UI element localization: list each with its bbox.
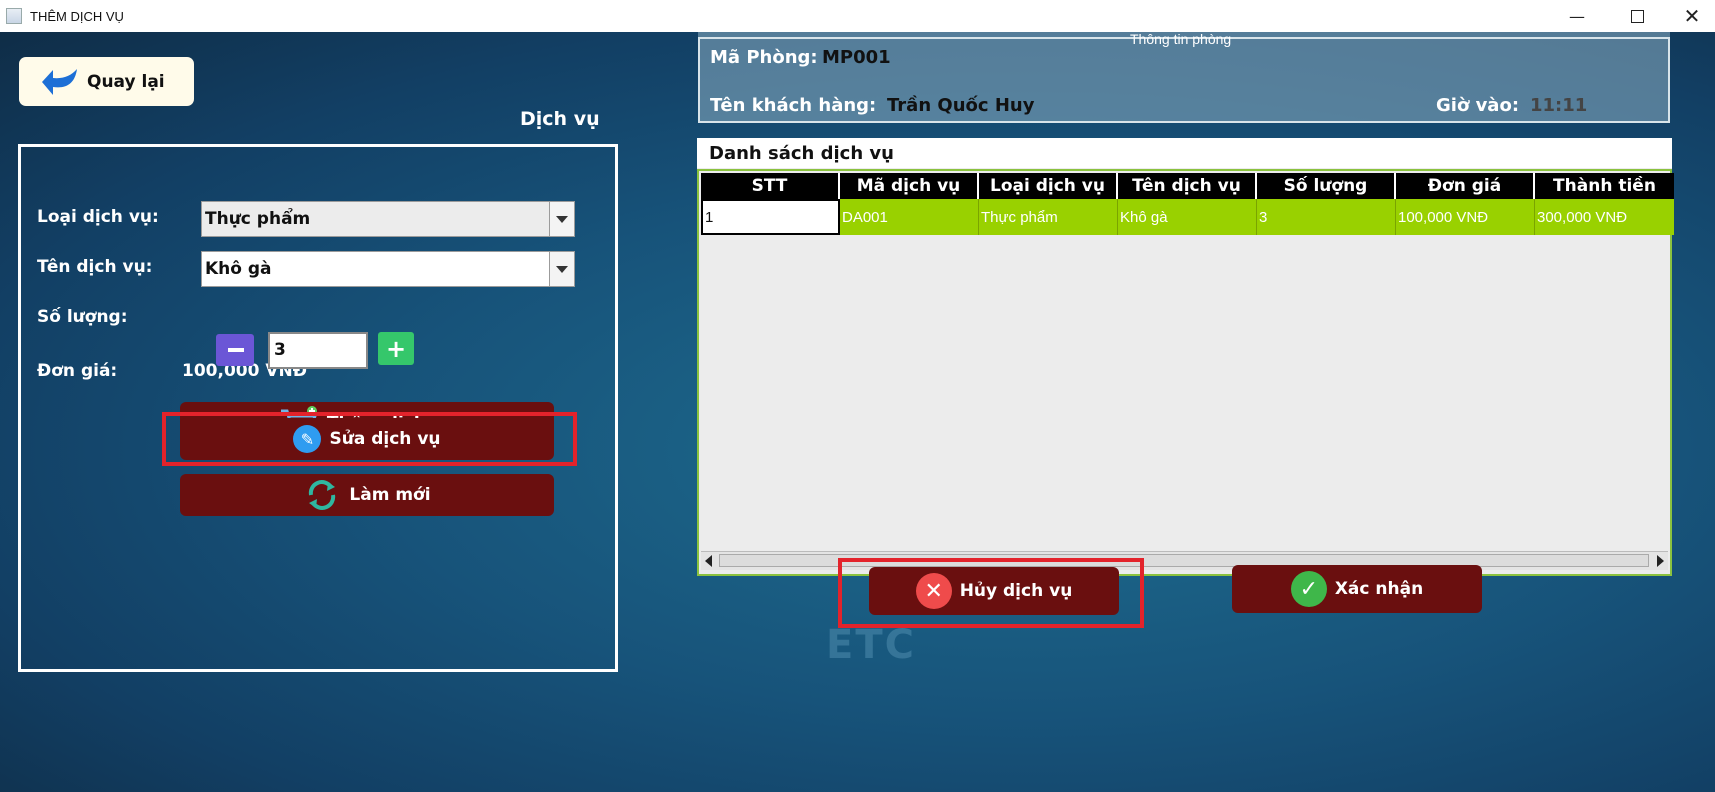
service-name-value: Khô gà — [205, 259, 272, 279]
customer-name-label: Tên khách hàng: — [710, 95, 877, 116]
service-type-label: Loại dịch vụ: — [37, 207, 159, 227]
table-cell[interactable]: DA001 — [840, 199, 979, 235]
column-header[interactable]: Tên dịch vụ — [1118, 173, 1257, 199]
table-cell[interactable]: 3 — [1257, 199, 1396, 235]
check-icon: ✓ — [1290, 571, 1327, 607]
increase-quantity-button[interactable]: + — [378, 332, 414, 365]
table-row[interactable]: 1 DA001 Thực phẩm Khô gà 3 100,000 VNĐ 3… — [701, 199, 1674, 235]
java-app-icon — [6, 8, 22, 24]
minus-icon — [228, 348, 244, 352]
service-type-value: Thực phẩm — [205, 209, 311, 229]
refresh-icon — [303, 478, 341, 512]
scroll-right-icon[interactable] — [1657, 555, 1664, 567]
edit-service-button[interactable]: ✎ Sửa dịch vụ — [180, 418, 554, 460]
chevron-down-icon[interactable] — [549, 202, 574, 236]
refresh-label: Làm mới — [349, 485, 431, 505]
back-button[interactable]: Quay lại — [19, 57, 194, 106]
quantity-input[interactable]: 3 — [268, 332, 368, 369]
room-id-value: MP001 — [822, 47, 891, 68]
close-icon[interactable]: ✕ — [1669, 0, 1715, 32]
checkin-value: 11:11 — [1530, 95, 1588, 116]
back-label: Quay lại — [87, 71, 165, 92]
table-cell[interactable]: Khô gà — [1118, 199, 1257, 235]
cancel-icon: ✕ — [915, 573, 952, 609]
service-table[interactable]: STT Mã dịch vụ Loại dịch vụ Tên dịch vụ … — [697, 169, 1674, 576]
section-title: Dịch vụ — [520, 108, 600, 130]
main-window: ETC Quay lại Dịch vụ Loại dịch vụ: Thực … — [0, 32, 1715, 792]
room-id-label: Mã Phòng: — [710, 47, 818, 68]
window-title: THÊM DỊCH VỤ — [30, 8, 124, 24]
service-list-panel: Danh sách dịch vụ STT Mã dịch vụ Loại dị… — [697, 138, 1674, 576]
room-info-legend: Thông tin phòng — [1130, 32, 1232, 47]
price-label: Đơn giá: — [37, 361, 118, 381]
edit-service-label: Sửa dịch vụ — [329, 429, 441, 449]
chevron-down-icon[interactable] — [549, 252, 574, 286]
minimize-icon[interactable]: — — [1554, 0, 1600, 32]
cancel-service-label: Hủy dịch vụ — [959, 581, 1073, 601]
quantity-label: Số lượng: — [37, 307, 128, 327]
column-header[interactable]: Mã dịch vụ — [840, 173, 979, 199]
back-arrow-icon — [42, 68, 77, 95]
confirm-button[interactable]: ✓ Xác nhận — [1232, 565, 1482, 613]
table-header: STT Mã dịch vụ Loại dịch vụ Tên dịch vụ … — [701, 173, 1674, 199]
service-list-title: Danh sách dịch vụ — [709, 143, 894, 164]
column-header[interactable]: Thành tiền — [1535, 173, 1674, 199]
checkin-label: Giờ vào: — [1436, 95, 1520, 116]
plus-icon: + — [385, 334, 407, 363]
maximize-icon[interactable] — [1614, 0, 1660, 32]
column-header[interactable]: Loại dịch vụ — [979, 173, 1118, 199]
service-name-select[interactable]: Khô gà — [201, 251, 575, 287]
table-cell[interactable]: 100,000 VNĐ — [1396, 199, 1535, 235]
refresh-button[interactable]: Làm mới — [180, 474, 554, 516]
watermark-logo: ETC — [826, 622, 916, 668]
edit-icon: ✎ — [293, 425, 322, 453]
service-name-label: Tên dịch vụ: — [37, 257, 153, 277]
customer-name-value: Trần Quốc Huy — [887, 95, 1035, 116]
table-cell[interactable]: 1 — [701, 199, 840, 235]
decrease-quantity-button[interactable] — [216, 334, 254, 366]
scroll-left-icon[interactable] — [705, 555, 712, 567]
column-header[interactable]: STT — [701, 173, 840, 199]
confirm-label: Xác nhận — [1334, 579, 1424, 599]
title-bar: THÊM DỊCH VỤ — ✕ — [0, 0, 1715, 32]
cancel-service-button[interactable]: ✕ Hủy dịch vụ — [869, 567, 1119, 615]
table-cell[interactable]: 300,000 VNĐ — [1535, 199, 1674, 235]
service-type-select[interactable]: Thực phẩm — [201, 201, 575, 237]
table-cell[interactable]: Thực phẩm — [979, 199, 1118, 235]
column-header[interactable]: Số lượng — [1257, 173, 1396, 199]
service-list-caption: Danh sách dịch vụ — [697, 138, 1672, 168]
column-header[interactable]: Đơn giá — [1396, 173, 1535, 199]
